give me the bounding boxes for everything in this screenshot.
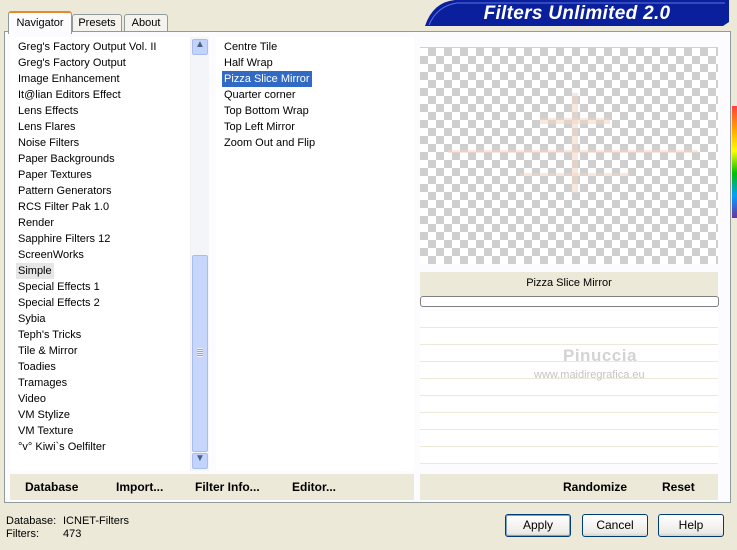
category-item[interactable]: Tramages xyxy=(18,375,67,391)
background-window-edge xyxy=(732,0,737,550)
filter-info-button[interactable]: Filter Info... xyxy=(195,480,260,494)
category-item[interactable]: Greg's Factory Output Vol. II xyxy=(18,39,156,55)
scroll-down-button[interactable]: ▼ xyxy=(192,453,208,469)
filter-item[interactable]: Top Left Mirror xyxy=(224,119,295,135)
color-strip xyxy=(732,106,737,218)
filter-item[interactable]: Centre Tile xyxy=(224,39,277,55)
category-item[interactable]: Noise Filters xyxy=(18,135,79,151)
parameter-slot xyxy=(420,311,718,328)
parameter-slot xyxy=(420,413,718,430)
preview-canvas xyxy=(420,47,718,264)
filter-item[interactable]: Quarter corner xyxy=(224,87,296,103)
title-banner: Filters Unlimited 2.0 xyxy=(425,0,729,26)
category-item[interactable]: Render xyxy=(18,215,54,231)
category-item[interactable]: Sybia xyxy=(18,311,46,327)
category-item[interactable]: Sapphire Filters 12 xyxy=(18,231,110,247)
chevron-down-icon: ▼ xyxy=(195,453,205,464)
status-filters-value: 473 xyxy=(63,528,82,540)
apply-button[interactable]: Apply xyxy=(505,514,571,537)
parameter-slot xyxy=(420,447,718,464)
category-item[interactable]: Pattern Generators xyxy=(18,183,112,199)
scrollbar-thumb[interactable] xyxy=(192,255,208,452)
parameter-slot xyxy=(420,379,718,396)
status-database-label: Database: xyxy=(6,515,57,527)
category-item[interactable]: Toadies xyxy=(18,359,56,375)
category-item[interactable]: Simple xyxy=(16,263,54,279)
scroll-up-button[interactable]: ▲ xyxy=(192,39,208,55)
filter-item[interactable]: Half Wrap xyxy=(224,55,273,71)
filter-item[interactable]: Pizza Slice Mirror xyxy=(222,71,312,87)
category-item[interactable]: °v° Kiwi`s Oelfilter xyxy=(18,439,106,455)
category-item[interactable]: ScreenWorks xyxy=(18,247,84,263)
randomize-button[interactable]: Randomize xyxy=(563,480,627,494)
editor-button[interactable]: Editor... xyxy=(292,480,336,494)
watermark-name: Pinuccia xyxy=(563,346,637,365)
category-item[interactable]: Lens Flares xyxy=(18,119,75,135)
database-button[interactable]: Database xyxy=(25,480,78,494)
category-list[interactable]: Greg's Factory Output Vol. II Greg's Fact… xyxy=(10,37,190,471)
preview-streak-h3 xyxy=(520,173,630,176)
parameter-slot xyxy=(420,396,718,413)
category-item[interactable]: RCS Filter Pak 1.0 xyxy=(18,199,109,215)
cancel-button[interactable]: Cancel xyxy=(582,514,648,537)
watermark-url: www.maidiregrafica.eu xyxy=(534,369,645,381)
progress-bar xyxy=(420,296,719,307)
filter-name-bar: Pizza Slice Mirror xyxy=(420,272,718,296)
filter-item[interactable]: Top Bottom Wrap xyxy=(224,103,309,119)
filter-list[interactable]: Centre Tile Half Wrap Pizza Slice Mirror Qu… xyxy=(216,37,414,471)
category-item[interactable]: Paper Textures xyxy=(18,167,92,183)
category-scrollbar[interactable]: ▲ ▼ xyxy=(190,37,209,471)
help-button[interactable]: Help xyxy=(658,514,724,537)
category-item[interactable]: VM Stylize xyxy=(18,407,70,423)
toolbar-right: Randomize Reset xyxy=(420,474,718,500)
category-item[interactable]: Tile & Mirror xyxy=(18,343,77,359)
parameter-slot xyxy=(420,430,718,447)
status-filters-label: Filters: xyxy=(6,528,39,540)
category-item[interactable]: Video xyxy=(18,391,46,407)
status-database-value: ICNET-Filters xyxy=(63,515,129,527)
grip-icon xyxy=(197,348,203,357)
category-item[interactable]: Special Effects 1 xyxy=(18,279,100,295)
category-item[interactable]: Paper Backgrounds xyxy=(18,151,115,167)
tab-presets[interactable]: Presets xyxy=(72,14,122,32)
tab-navigator[interactable]: Navigator xyxy=(8,11,72,34)
category-item[interactable]: Teph's Tricks xyxy=(18,327,81,343)
preview-filter-name: Pizza Slice Mirror xyxy=(526,277,612,289)
category-item[interactable]: Image Enhancement xyxy=(18,71,120,87)
toolbar-left: Database Import... Filter Info... Editor… xyxy=(10,474,414,500)
category-item[interactable]: It@lian Editors Effect xyxy=(18,87,121,103)
tab-about[interactable]: About xyxy=(124,14,168,32)
filter-item[interactable]: Zoom Out and Flip xyxy=(224,135,315,151)
preview-streak-v xyxy=(572,93,578,193)
category-item[interactable]: VM Texture xyxy=(18,423,73,439)
import-button[interactable]: Import... xyxy=(116,480,163,494)
category-item[interactable]: Lens Effects xyxy=(18,103,78,119)
app-title: Filters Unlimited 2.0 xyxy=(483,3,671,24)
category-item[interactable]: Special Effects 2 xyxy=(18,295,100,311)
reset-button[interactable]: Reset xyxy=(662,480,695,494)
category-item[interactable]: Greg's Factory Output xyxy=(18,55,126,71)
chevron-up-icon: ▲ xyxy=(195,39,205,50)
parameter-slot xyxy=(420,328,718,345)
